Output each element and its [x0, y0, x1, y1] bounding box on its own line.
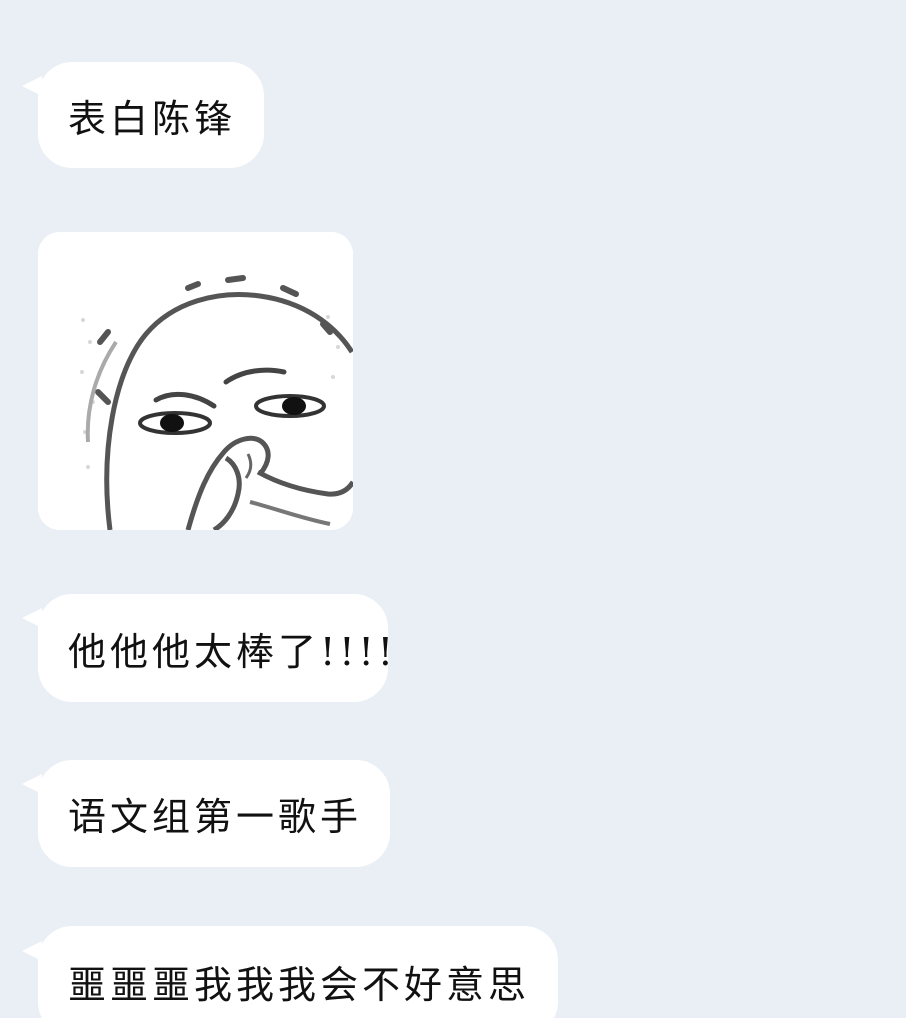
- message-bubble[interactable]: 噩噩噩我我我会不好意思: [38, 926, 558, 1018]
- message-text: 语文组第一歌手: [68, 795, 363, 839]
- message-text: 表白陈锋: [68, 96, 237, 141]
- message-text: 他他他太棒了!!!!: [68, 629, 398, 674]
- covering-nose-meme-sticker-icon: [38, 232, 353, 530]
- message-text: 噩噩噩我我我会不好意思: [68, 962, 531, 1007]
- message-bubble[interactable]: 他他他太棒了!!!!: [38, 594, 393, 702]
- chat-thread: 表白陈锋 他他他太棒了!!!! 语文组第一歌手 噩噩噩我我我会不好意思: [0, 0, 906, 1018]
- message-bubble[interactable]: 语文组第一歌手: [38, 760, 390, 867]
- sticker-message[interactable]: [38, 232, 353, 530]
- message-bubble[interactable]: 表白陈锋: [38, 62, 264, 168]
